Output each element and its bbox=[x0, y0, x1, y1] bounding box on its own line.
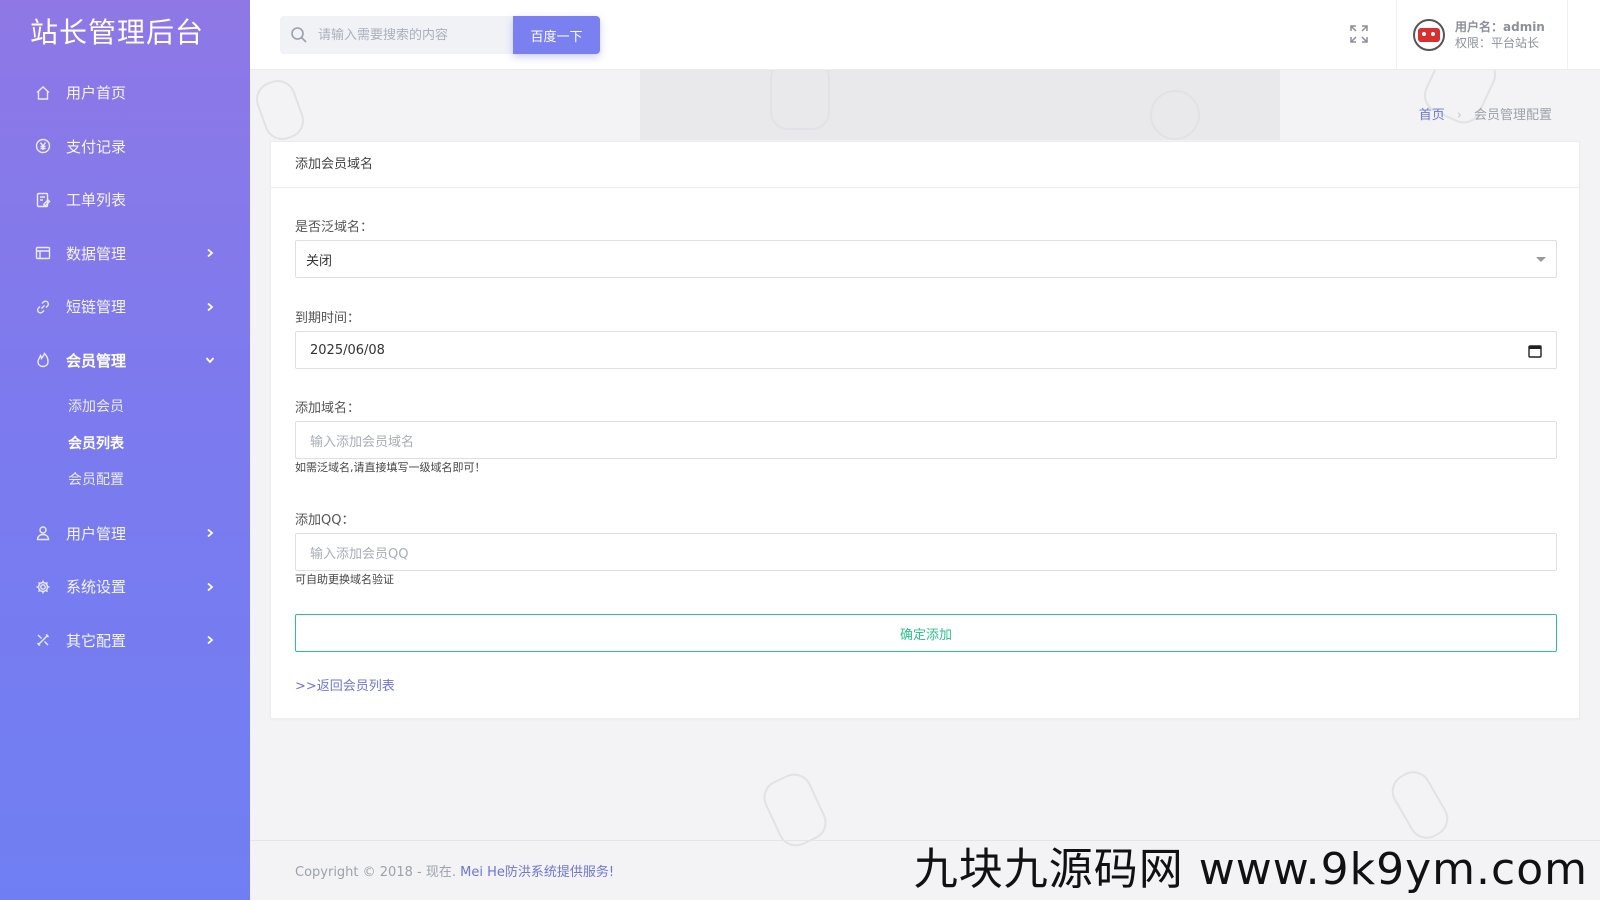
sidebar-item-label: 用户管理 bbox=[66, 524, 127, 543]
domain-label: 添加域名： bbox=[295, 401, 361, 416]
calendar-icon[interactable] bbox=[1528, 344, 1542, 358]
wildcard-select-value: 关闭 bbox=[306, 253, 333, 269]
breadcrumb-home-link[interactable]: 首页 bbox=[1419, 108, 1445, 123]
sidebar-item-label: 系统设置 bbox=[66, 578, 127, 597]
top-header: 百度一下 用户名：admin 权限：平台站长 bbox=[250, 0, 1600, 70]
sidebar-item-short-links[interactable]: 短链管理 bbox=[0, 280, 250, 334]
search-box bbox=[280, 16, 513, 54]
sidebar-nav: 用户首页 支付记录 工单列表 数据管理 短链管理 会员管理 bbox=[0, 66, 250, 387]
tools-icon bbox=[34, 631, 52, 649]
caret-down-icon bbox=[1536, 257, 1546, 262]
background-doodle bbox=[770, 70, 830, 130]
search-icon bbox=[291, 27, 307, 43]
search-bar: 百度一下 bbox=[280, 16, 600, 54]
submenu-item-member-list[interactable]: 会员列表 bbox=[0, 426, 250, 463]
background-doodle bbox=[1150, 90, 1200, 140]
expire-label: 到期时间： bbox=[295, 311, 361, 326]
watermark-text: 九块九源码网 www.9k9ym.com bbox=[913, 844, 1588, 895]
footer: Copyright © 2018 - 现在. Mei He防洪系统提供服务! 九… bbox=[250, 840, 1600, 900]
brand-link[interactable]: Mei He防洪系统提供服务! bbox=[460, 865, 614, 880]
sidebar-item-system-settings[interactable]: 系统设置 bbox=[0, 560, 250, 614]
sidebar-item-data-management[interactable]: 数据管理 bbox=[0, 227, 250, 281]
sidebar-item-member-management[interactable]: 会员管理 bbox=[0, 334, 250, 388]
sidebar-item-label: 用户首页 bbox=[66, 84, 127, 103]
app-title: 站长管理后台 bbox=[30, 16, 205, 49]
sidebar-item-user-home[interactable]: 用户首页 bbox=[0, 66, 250, 120]
copyright-text: Copyright © 2018 - 现在. Mei He防洪系统提供服务! bbox=[295, 861, 614, 880]
domain-help-text: 如需泛域名,请直接填写一级域名即可！ bbox=[295, 461, 486, 474]
wildcard-select[interactable]: 关闭 bbox=[295, 240, 1557, 278]
database-icon bbox=[34, 244, 52, 262]
sidebar-item-label: 数据管理 bbox=[66, 244, 127, 263]
submenu-item-member-config[interactable]: 会员配置 bbox=[0, 462, 250, 499]
gear-icon bbox=[34, 578, 52, 596]
chevron-right-icon bbox=[204, 581, 216, 593]
wildcard-label: 是否泛域名： bbox=[295, 220, 374, 235]
fire-icon bbox=[34, 351, 52, 369]
sidebar-item-payment-records[interactable]: 支付记录 bbox=[0, 120, 250, 174]
qq-input[interactable]: 输入添加会员QQ bbox=[295, 533, 1557, 571]
chevron-right-icon bbox=[204, 527, 216, 539]
user-menu[interactable]: 用户名：admin 权限：平台站长 bbox=[1396, 0, 1568, 70]
chevron-right-icon bbox=[204, 634, 216, 646]
avatar bbox=[1413, 19, 1445, 51]
copyright-prefix: Copyright © 2018 - 现在. bbox=[295, 865, 456, 880]
ticket-icon bbox=[34, 191, 52, 209]
home-icon bbox=[34, 84, 52, 102]
background-doodle bbox=[250, 74, 310, 146]
back-to-member-list-link[interactable]: >>返回会员列表 bbox=[295, 675, 395, 694]
user-icon bbox=[34, 524, 52, 542]
chevron-down-icon bbox=[204, 354, 216, 366]
domain-input-placeholder: 输入添加会员域名 bbox=[310, 434, 415, 450]
fullscreen-icon[interactable] bbox=[1349, 24, 1371, 46]
qq-input-placeholder: 输入添加会员QQ bbox=[310, 546, 409, 562]
chevron-right-icon bbox=[204, 301, 216, 313]
expire-date-value: 2025/06/08 bbox=[310, 342, 385, 358]
qq-label: 添加QQ： bbox=[295, 513, 355, 528]
sidebar-item-user-management[interactable]: 用户管理 bbox=[0, 507, 250, 561]
sidebar-item-label: 短链管理 bbox=[66, 298, 127, 317]
card-title: 添加会员域名 bbox=[271, 142, 1579, 188]
search-input[interactable] bbox=[318, 27, 498, 43]
expire-date-input[interactable]: 2025/06/08 bbox=[295, 331, 1557, 369]
add-domain-card: 添加会员域名 是否泛域名： 关闭 到期时间： 2025/06/08 添加域名： … bbox=[270, 141, 1580, 719]
breadcrumb-current: 会员管理配置 bbox=[1473, 108, 1552, 123]
member-submenu: 添加会员 会员列表 会员配置 bbox=[0, 387, 250, 507]
username-text: 用户名：admin bbox=[1455, 20, 1545, 34]
link-icon bbox=[34, 298, 52, 316]
confirm-add-button[interactable]: 确定添加 bbox=[295, 614, 1557, 652]
breadcrumb-separator: › bbox=[1456, 108, 1462, 123]
user-info: 用户名：admin 权限：平台站长 bbox=[1455, 19, 1545, 51]
search-button[interactable]: 百度一下 bbox=[513, 16, 600, 54]
submenu-item-add-member[interactable]: 添加会员 bbox=[0, 389, 250, 426]
role-text: 权限：平台站长 bbox=[1455, 36, 1540, 50]
sidebar-nav-lower: 用户管理 系统设置 其它配置 bbox=[0, 507, 250, 668]
domain-input[interactable]: 输入添加会员域名 bbox=[295, 421, 1557, 459]
sidebar-item-label: 工单列表 bbox=[66, 191, 127, 210]
sidebar: 站长管理后台 用户首页 支付记录 工单列表 数据管理 短链管理 会员管理 添加会… bbox=[0, 0, 250, 900]
breadcrumb: 首页 › 会员管理配置 bbox=[1419, 104, 1552, 123]
background-doodle bbox=[1385, 764, 1455, 846]
chevron-right-icon bbox=[204, 247, 216, 259]
sidebar-item-tickets[interactable]: 工单列表 bbox=[0, 173, 250, 227]
sidebar-item-label: 会员管理 bbox=[66, 351, 127, 370]
sidebar-item-label: 其它配置 bbox=[66, 631, 127, 650]
yen-icon bbox=[34, 137, 52, 155]
qq-help-text: 可自助更换域名验证 bbox=[295, 573, 394, 586]
sidebar-item-label: 支付记录 bbox=[66, 137, 127, 156]
sidebar-item-other-config[interactable]: 其它配置 bbox=[0, 614, 250, 668]
